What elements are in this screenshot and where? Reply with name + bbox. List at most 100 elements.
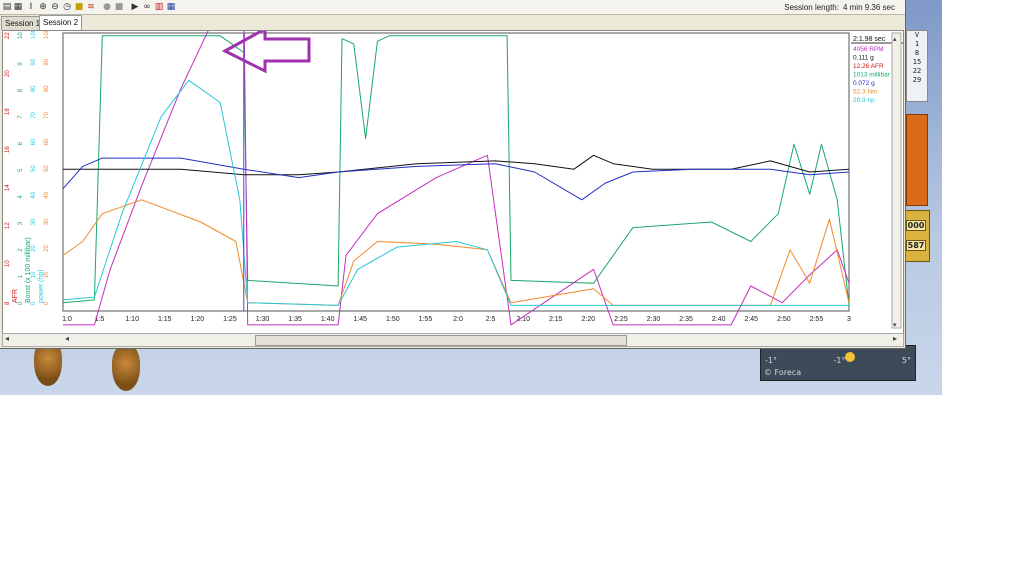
y-tick-label: 30 — [44, 218, 50, 225]
x-tick-label: 2:15 — [549, 316, 563, 323]
tab-session-1[interactable]: Session 1 — [1, 16, 45, 30]
chart-panel[interactable]: 22 20 18 16 14 12 10 8 AFR 10 9 8 7 6 5 4 3 2 1 0 Boost (x 1… — [2, 0, 904, 334]
x-tick-label: 2:0 — [453, 316, 463, 323]
horizontal-scrollbar[interactable]: ◂ ◂ ▸ — [2, 333, 904, 347]
y-tick-label: 90 — [44, 58, 50, 65]
readout-time: 2:1.98 sec — [853, 36, 886, 43]
note-icon[interactable]: ■ — [74, 2, 84, 12]
session-length: Session length: 4 min 9.36 sec — [780, 3, 895, 12]
y-tick-label: 60 — [31, 138, 37, 145]
ticker-item: 1 — [914, 40, 920, 48]
y-tick-label: 16 — [5, 146, 11, 153]
y-tick-label: 7 — [18, 115, 24, 119]
y-tick-label: 1 — [18, 274, 24, 278]
x-tick-label: 1:25 — [223, 316, 237, 323]
readout-value: 0.072 g — [853, 80, 875, 87]
cursor-icon[interactable]: I — [26, 2, 36, 12]
x-tick-label: 2:20 — [582, 316, 596, 323]
y-tick-label: 10 — [5, 260, 11, 267]
x-tick-label: 2:40 — [712, 316, 726, 323]
stop-icon[interactable]: ■ — [114, 2, 124, 12]
x-tick-label: 2:30 — [647, 316, 661, 323]
y-tick-label: 50 — [31, 165, 37, 172]
weather-widget[interactable]: -1° -1° 5° © Foreca — [760, 345, 916, 381]
y-tick-label: 40 — [44, 191, 50, 198]
open-icon[interactable]: ▤ — [2, 2, 12, 12]
log-chart[interactable]: 222018161412108AFR109876543210Boost (x 1… — [3, 0, 903, 333]
y-tick-label: 8 — [5, 301, 11, 305]
scroll-down-icon: ▾ — [893, 322, 897, 329]
x-tick-label: 1:50 — [386, 316, 400, 323]
ticker-item: 8 — [914, 49, 920, 57]
sun-icon — [845, 352, 855, 362]
weather-temp: 5° — [901, 356, 911, 365]
session-length-value: 4 min 9.36 sec — [842, 3, 895, 12]
overlay-icon[interactable]: ≋ — [86, 2, 96, 12]
datalogger-window: ▤ ▦ I ⊕ ⊖ ◷ ■ ≋ ● ■ ▶ ∞ ▥ ▦ Session leng… — [0, 0, 906, 349]
y-tick-label: 14 — [5, 184, 11, 191]
y-tick-label: 70 — [44, 111, 50, 118]
y-tick-label: 10 — [18, 32, 24, 39]
histogram-icon[interactable]: ▥ — [154, 2, 164, 12]
readout-value: 12.26 AFR — [853, 63, 884, 70]
y-tick-label: 3 — [18, 221, 24, 225]
y-tick-label: 20 — [44, 244, 50, 251]
y-tick-label: 5 — [18, 168, 24, 172]
x-tick-label: 1:10 — [125, 316, 139, 323]
zoom-in-icon[interactable]: ⊕ — [38, 2, 48, 12]
y-tick-label: 18 — [5, 108, 11, 115]
x-tick-label: 1:45 — [353, 316, 367, 323]
y-tick-label: 90 — [31, 58, 37, 65]
y-tick-label: 20 — [5, 70, 11, 77]
gold-widget-top: 000 — [906, 220, 926, 231]
y-tick-label: 20 — [31, 244, 37, 251]
readout-value: 1013 millibar — [853, 72, 891, 79]
y-tick-label: 100 — [44, 31, 50, 39]
orange-widget — [906, 114, 928, 206]
clock-icon[interactable]: ◷ — [62, 2, 72, 12]
record-icon[interactable]: ● — [102, 2, 112, 12]
save-icon[interactable]: ▦ — [13, 2, 23, 12]
x-tick-label: 1:0 — [62, 316, 72, 323]
ticker-item: 29 — [912, 76, 922, 84]
gold-widget-bottom: 587 — [906, 240, 926, 251]
readout-value: 52.3 Nm — [853, 89, 878, 96]
session-length-label: Session length: — [784, 3, 839, 12]
ticker-item: 15 — [912, 58, 922, 66]
x-tick-label: 1:35 — [288, 316, 302, 323]
weather-temp: -1° — [833, 356, 846, 365]
scroll-right-icon[interactable]: ▸ — [893, 334, 897, 343]
y-tick-label: 50 — [44, 165, 50, 172]
y-tick-label: 100 — [31, 31, 37, 39]
readout-value: 4056 RPM — [853, 46, 884, 53]
scrollbar-thumb[interactable] — [255, 335, 627, 346]
y-tick-label: 60 — [44, 138, 50, 145]
x-tick-label: 2:35 — [679, 316, 693, 323]
y-tick-label: 2 — [18, 248, 24, 252]
y-axis-label: AFR — [12, 289, 19, 303]
scroll-left-icon[interactable]: ◂ — [5, 334, 9, 343]
readout-value: 29.9 hp — [853, 97, 875, 104]
x-tick-label: 2:45 — [744, 316, 758, 323]
y-tick-label: 30 — [31, 218, 37, 225]
x-tick-label: 2:25 — [614, 316, 628, 323]
y-tick-label: 9 — [18, 62, 24, 66]
y-tick-label: 6 — [18, 141, 24, 145]
y-tick-label: 80 — [31, 85, 37, 92]
zoom-out-icon[interactable]: ⊖ — [50, 2, 60, 12]
tab-session-2[interactable]: Session 2 — [39, 15, 83, 30]
session-tabs: Session 1 Session 2 — [0, 15, 905, 30]
y-tick-label: 70 — [31, 111, 37, 118]
x-tick-label: 2:50 — [777, 316, 791, 323]
play-icon[interactable]: ▶ — [130, 2, 140, 12]
table-icon[interactable]: ▦ — [166, 2, 176, 12]
binoculars-icon[interactable]: ∞ — [142, 2, 152, 12]
scroll-left-icon[interactable]: ◂ — [65, 334, 69, 343]
plot-area — [62, 32, 850, 312]
x-tick-label: 2:55 — [810, 316, 824, 323]
y-tick-label: 80 — [44, 85, 50, 92]
y-tick-label: 12 — [5, 222, 11, 229]
x-tick-label: 1:40 — [321, 316, 335, 323]
x-tick-label: 1:20 — [191, 316, 205, 323]
ticker-item: 22 — [912, 67, 922, 75]
